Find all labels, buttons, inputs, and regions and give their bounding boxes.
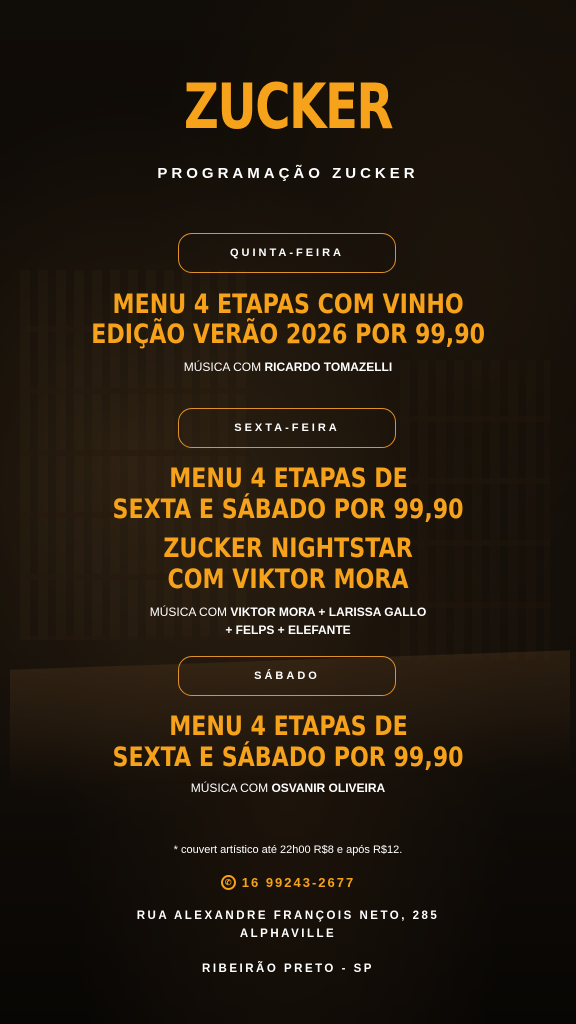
- headline-text: MENU 4 ETAPAS DE: [168, 463, 408, 494]
- music-prefix: MÚSICA COM: [183, 360, 265, 374]
- headline-text: COM VIKTOR MORA: [167, 564, 409, 595]
- music-prefix: MÚSICA COM: [149, 605, 231, 619]
- friday-headline-4: COM VIKTOR MORA: [0, 565, 576, 595]
- headline-text: SEXTA E SÁBADO POR 99,90: [112, 494, 464, 525]
- headline-text: EDIÇÃO VERÃO 2026 POR 99,90: [91, 319, 485, 350]
- flyer-content: ZUCKER PROGRAMAÇÃO ZUCKER QUINTA-FEIRA M…: [0, 0, 576, 1024]
- headline-text: MENU 4 ETAPAS COM VINHO: [112, 289, 464, 320]
- thursday-music: MÚSICA COM RICARDO TOMAZELLI: [0, 358, 576, 376]
- music-artists: VIKTOR MORA + LARISSA GALLO: [230, 605, 427, 619]
- couvert-note: * couvert artístico até 22h00 R$8 e após…: [173, 844, 403, 856]
- music-artists: OSVANIR OLIVEIRA: [271, 781, 386, 795]
- saturday-headline-2: SEXTA E SÁBADO POR 99,90: [0, 743, 576, 773]
- day-badge-friday: SEXTA-FEIRA: [178, 408, 396, 448]
- friday-music: MÚSICA COM VIKTOR MORA + LARISSA GALLO +…: [0, 603, 576, 639]
- address-line-2: ALPHAVILLE: [239, 928, 337, 940]
- day-badge-thursday: QUINTA-FEIRA: [178, 233, 396, 273]
- phone-contact[interactable]: ✆ 16 99243-2677: [0, 875, 576, 890]
- day-badge-saturday: SÁBADO: [178, 656, 396, 696]
- friday-headline-1: MENU 4 ETAPAS DE: [0, 464, 576, 494]
- thursday-headline-1: MENU 4 ETAPAS COM VINHO: [0, 290, 576, 320]
- music-artists: RICARDO TOMAZELLI: [264, 360, 393, 374]
- page-title: PROGRAMAÇÃO ZUCKER: [157, 165, 419, 182]
- saturday-music: MÚSICA COM OSVANIR OLIVEIRA: [0, 779, 576, 797]
- whatsapp-icon: ✆: [220, 875, 236, 890]
- phone-number[interactable]: 16 99243-2677: [242, 875, 355, 890]
- friday-headline-2: SEXTA E SÁBADO POR 99,90: [0, 495, 576, 525]
- brand-logo: ZUCKER: [183, 70, 394, 143]
- headline-text: ZUCKER NIGHTSTAR: [163, 533, 413, 564]
- headline-text: SEXTA E SÁBADO POR 99,90: [112, 742, 464, 773]
- address-line-1: RUA ALEXANDRE FRANÇOIS NETO, 285: [136, 910, 440, 922]
- thursday-headline-2: EDIÇÃO VERÃO 2026 POR 99,90: [0, 320, 576, 350]
- headline-text: MENU 4 ETAPAS DE: [168, 711, 408, 742]
- saturday-headline-1: MENU 4 ETAPAS DE: [0, 712, 576, 742]
- friday-headline-3: ZUCKER NIGHTSTAR: [0, 534, 576, 564]
- music-prefix: MÚSICA COM: [190, 781, 272, 795]
- music-artists-2: + FELPS + ELEFANTE: [225, 623, 351, 637]
- city: RIBEIRÃO PRETO - SP: [202, 963, 374, 975]
